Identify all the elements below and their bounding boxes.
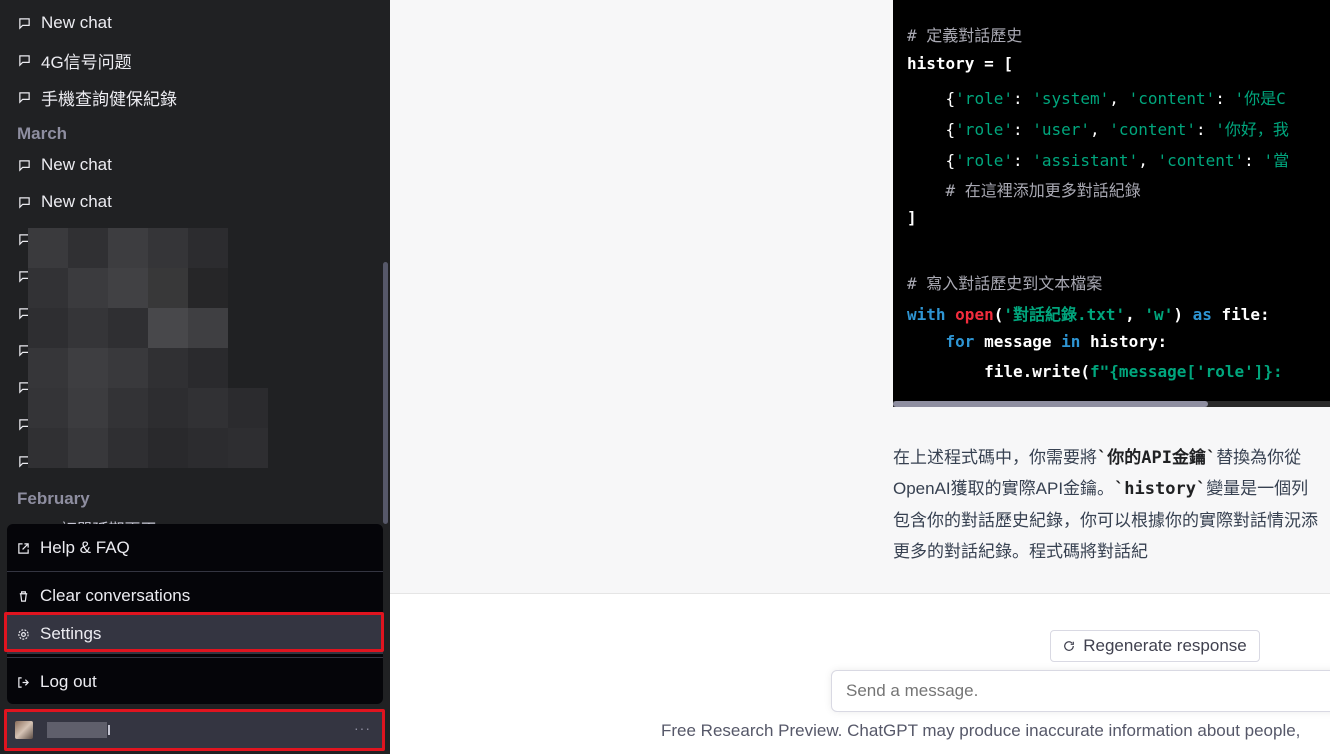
menu-item-label: Log out xyxy=(40,672,97,691)
code-horizontal-scrollbar[interactable] xyxy=(893,401,1208,407)
chat-item-label: 手機查詢健保紀錄 xyxy=(41,89,177,109)
chat-bubble-icon xyxy=(19,17,30,30)
menu-item-label: Clear conversations xyxy=(40,586,191,605)
chat-item[interactable]: New chat xyxy=(0,185,380,219)
refresh-icon xyxy=(1064,641,1075,651)
section-label-february: February xyxy=(17,489,90,508)
chat-item-label: New chat xyxy=(41,155,112,174)
menu-divider xyxy=(7,571,383,572)
disclaimer-text: Free Research Preview. ChatGPT may produ… xyxy=(661,721,1301,740)
code-line: for message in history: xyxy=(945,332,1168,351)
code-line: {'role': 'user', 'content': '你好，我 xyxy=(907,120,1289,139)
answer-paragraph-line: 更多的對話紀錄。程式碼將對話紀 xyxy=(893,542,1148,561)
code-line: ] xyxy=(907,208,917,227)
section-label-march: March xyxy=(17,124,68,143)
sidebar-scrollbar[interactable] xyxy=(383,262,388,524)
chat-item-label: LU訂單延期更正 xyxy=(40,516,180,524)
regenerate-label: Regenerate response xyxy=(1083,636,1247,655)
log-out-icon xyxy=(18,676,29,688)
menu-item-label: Help & FAQ xyxy=(40,538,130,557)
chat-bubble-icon xyxy=(19,91,30,104)
code-block: # 定義對話歷史 history = [ {'role': 'system', … xyxy=(893,0,1330,407)
pixelated-redaction xyxy=(28,228,308,468)
answer-paragraph-line: 包含你的對話歷史紀錄，你可以根據你的實際對話情況添 xyxy=(893,511,1318,530)
trash-icon xyxy=(19,590,28,602)
chat-bubble-icon xyxy=(19,54,30,67)
code-line: file.write(f"{message['role']}: xyxy=(907,362,1283,381)
composer-area: Regenerate response Free Research Previe… xyxy=(390,593,1330,754)
code-line: {'role': 'system', 'content': '你是C xyxy=(907,89,1286,108)
chat-bubble-icon xyxy=(19,159,30,172)
chat-item-label: New chat xyxy=(41,13,112,32)
log-out-menu-item[interactable]: Log out xyxy=(7,662,383,702)
code-line: with open('對話紀錄.txt', 'w') as file: xyxy=(907,305,1270,324)
chat-item-label: 4G信号问题 xyxy=(41,52,132,72)
chat-item[interactable]: New chat xyxy=(0,148,380,182)
chat-item[interactable] xyxy=(0,259,30,293)
chat-item[interactable]: New chat xyxy=(0,6,380,40)
chat-item[interactable]: 手機查詢健保紀錄 xyxy=(0,80,380,114)
chat-item[interactable] xyxy=(0,222,30,256)
code-line: # 定義對話歷史 xyxy=(907,26,1023,45)
chat-bubble-icon xyxy=(19,196,30,209)
chat-item[interactable] xyxy=(0,370,30,404)
menu-divider xyxy=(7,657,383,658)
clear-conversations-menu-item[interactable]: Clear conversations xyxy=(7,576,383,616)
code-line: {'role': 'assistant', 'content': '當 xyxy=(907,151,1290,170)
main-conversation: # 定義對話歷史 history = [ {'role': 'system', … xyxy=(390,0,1330,754)
code-line: history = [ xyxy=(907,54,1013,73)
chat-item-label: New chat xyxy=(41,192,112,211)
chat-item[interactable]: 4G信号问题 xyxy=(0,43,380,77)
chat-item[interactable] xyxy=(0,333,30,367)
settings-highlight-box xyxy=(4,612,384,652)
regenerate-response-button[interactable]: Regenerate response xyxy=(1050,630,1260,662)
chat-item[interactable] xyxy=(0,444,30,478)
answer-paragraph-line: 在上述程式碼中，你需要將`你的API金鑰`替換為你從 xyxy=(893,448,1302,468)
answer-paragraph-line: OpenAI獲取的實際API金鑰。`history`變量是一個列 xyxy=(893,479,1309,499)
external-link-icon xyxy=(18,542,29,554)
code-line: # 在這裡添加更多對話紀錄 xyxy=(907,181,1141,200)
message-input[interactable] xyxy=(831,670,1330,712)
user-highlight-box xyxy=(4,709,385,751)
chat-item[interactable] xyxy=(0,407,30,441)
code-line: # 寫入對話歷史到文本檔案 xyxy=(907,274,1103,293)
chat-item[interactable] xyxy=(0,296,30,330)
help-faq-menu-item[interactable]: Help & FAQ xyxy=(7,528,383,568)
